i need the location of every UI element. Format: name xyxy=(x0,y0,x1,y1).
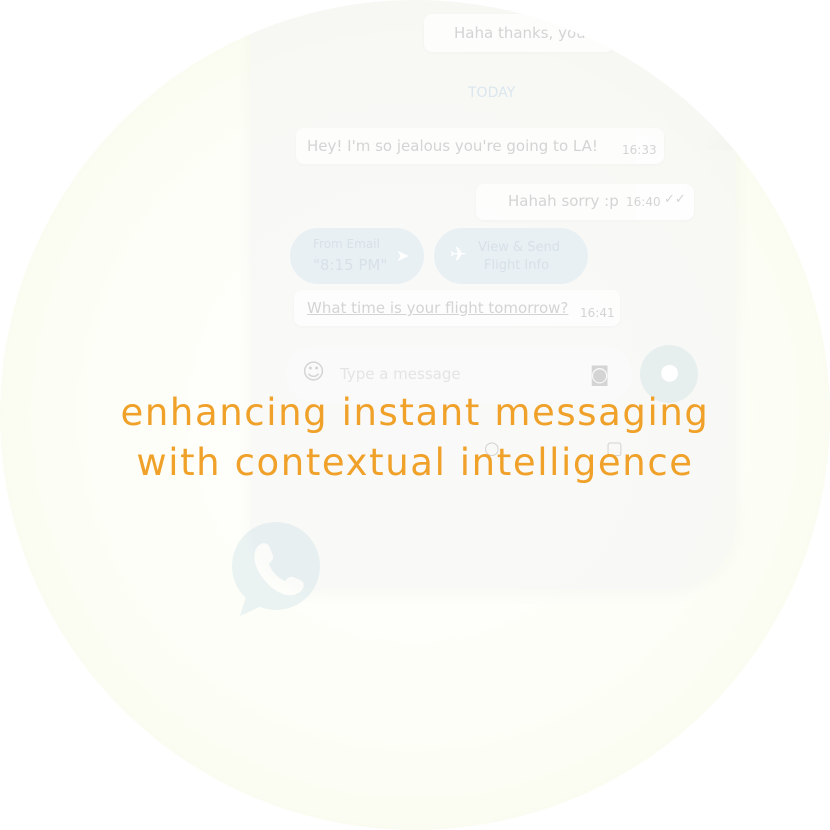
date-divider: TODAY xyxy=(468,85,516,101)
question-message-time: 16:41 xyxy=(580,306,615,320)
outgoing-message-time: 16:40 xyxy=(626,195,661,209)
hero-stage: Haha thanks, you TODAY Hey! I'm so jealo… xyxy=(0,0,830,830)
microphone-icon: ● xyxy=(660,360,680,385)
tagline: enhancing instant messaging with context… xyxy=(0,388,830,488)
whatsapp-icon xyxy=(232,522,320,616)
tagline-line-1: enhancing instant messaging xyxy=(120,391,710,434)
message-input-placeholder[interactable]: Type a message xyxy=(340,365,461,383)
chip-flight-line1: View & Send xyxy=(478,240,560,255)
outgoing-message-text: Hahah sorry :p xyxy=(508,192,619,210)
question-message-text: What time is your flight tomorrow? xyxy=(307,299,569,317)
chip-flight-line2: Flight Info xyxy=(484,258,550,273)
airplane-icon: ✈ xyxy=(450,242,467,266)
incoming-message-time: 16:33 xyxy=(622,143,657,157)
camera-icon[interactable]: ◙ xyxy=(590,362,609,386)
chip-time-line1: From Email xyxy=(313,237,380,251)
double-check-icon: ✓✓ xyxy=(664,192,686,207)
incoming-message-text: Hey! I'm so jealous you're going to LA! xyxy=(307,137,598,155)
chip-time-line2: "8:15 PM" xyxy=(313,256,388,274)
phone-edge xyxy=(706,90,736,150)
tagline-line-2: with contextual intelligence xyxy=(136,441,694,484)
send-icon: ➤ xyxy=(396,246,410,265)
background-circle: Haha thanks, you TODAY Hey! I'm so jealo… xyxy=(0,0,830,830)
top-message-text: Haha thanks, you xyxy=(454,24,586,42)
emoji-icon[interactable]: ☺ xyxy=(302,360,325,385)
